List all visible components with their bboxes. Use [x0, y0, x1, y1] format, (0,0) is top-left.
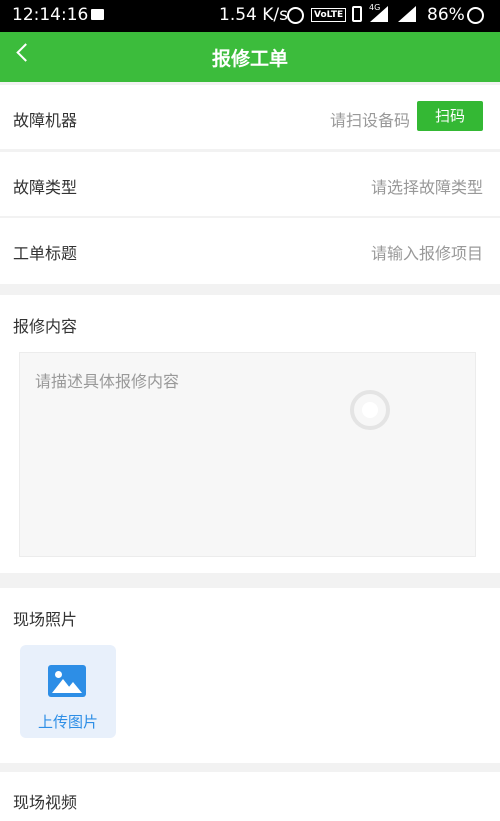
alarm-icon	[287, 7, 304, 24]
video-section: 现场视频	[0, 772, 500, 821]
upload-image-label: 上传图片	[37, 713, 98, 731]
page-title: 报修工单	[211, 48, 288, 70]
machine-label: 故障机器	[13, 111, 78, 130]
volte-badge: VoLTE	[311, 8, 347, 22]
content-placeholder: 请描述具体报修内容	[35, 372, 180, 391]
battery-level: 86%	[427, 5, 465, 25]
status-time: 12:14:16	[12, 5, 89, 25]
fault-type-label: 故障类型	[13, 178, 78, 197]
photos-label: 现场照片	[13, 610, 78, 629]
signal-strength-icon	[398, 6, 416, 22]
fault-type-select[interactable]: 请选择故障类型	[371, 174, 483, 198]
ticket-title-input[interactable]: 请输入报修项目	[371, 240, 483, 264]
network-type-label: 4G	[369, 3, 381, 12]
content-textarea[interactable]: 请描述具体报修内容	[19, 352, 476, 557]
video-label: 现场视频	[13, 793, 78, 812]
status-bar: 12:14:16 1.54 K/s VoLTE 4G 86%	[0, 0, 500, 32]
scan-button[interactable]: 扫码	[417, 101, 483, 131]
ticket-title-label: 工单标题	[13, 244, 78, 263]
gallery-notification-icon	[91, 9, 104, 20]
machine-input[interactable]: 请扫设备码	[330, 107, 410, 131]
upload-image-button[interactable]: 上传图片	[20, 645, 116, 738]
loading-spinner-icon	[350, 390, 390, 430]
battery-icon	[467, 7, 484, 24]
vibrate-icon	[352, 6, 362, 22]
header-bar: 报修工单	[0, 32, 500, 82]
content-label: 报修内容	[13, 317, 78, 336]
ticket-title-row: 工单标题 请输入报修项目	[0, 218, 500, 284]
status-network-speed: 1.54 K/s	[219, 5, 288, 25]
fault-type-row[interactable]: 故障类型 请选择故障类型	[0, 152, 500, 216]
image-icon	[48, 665, 86, 697]
